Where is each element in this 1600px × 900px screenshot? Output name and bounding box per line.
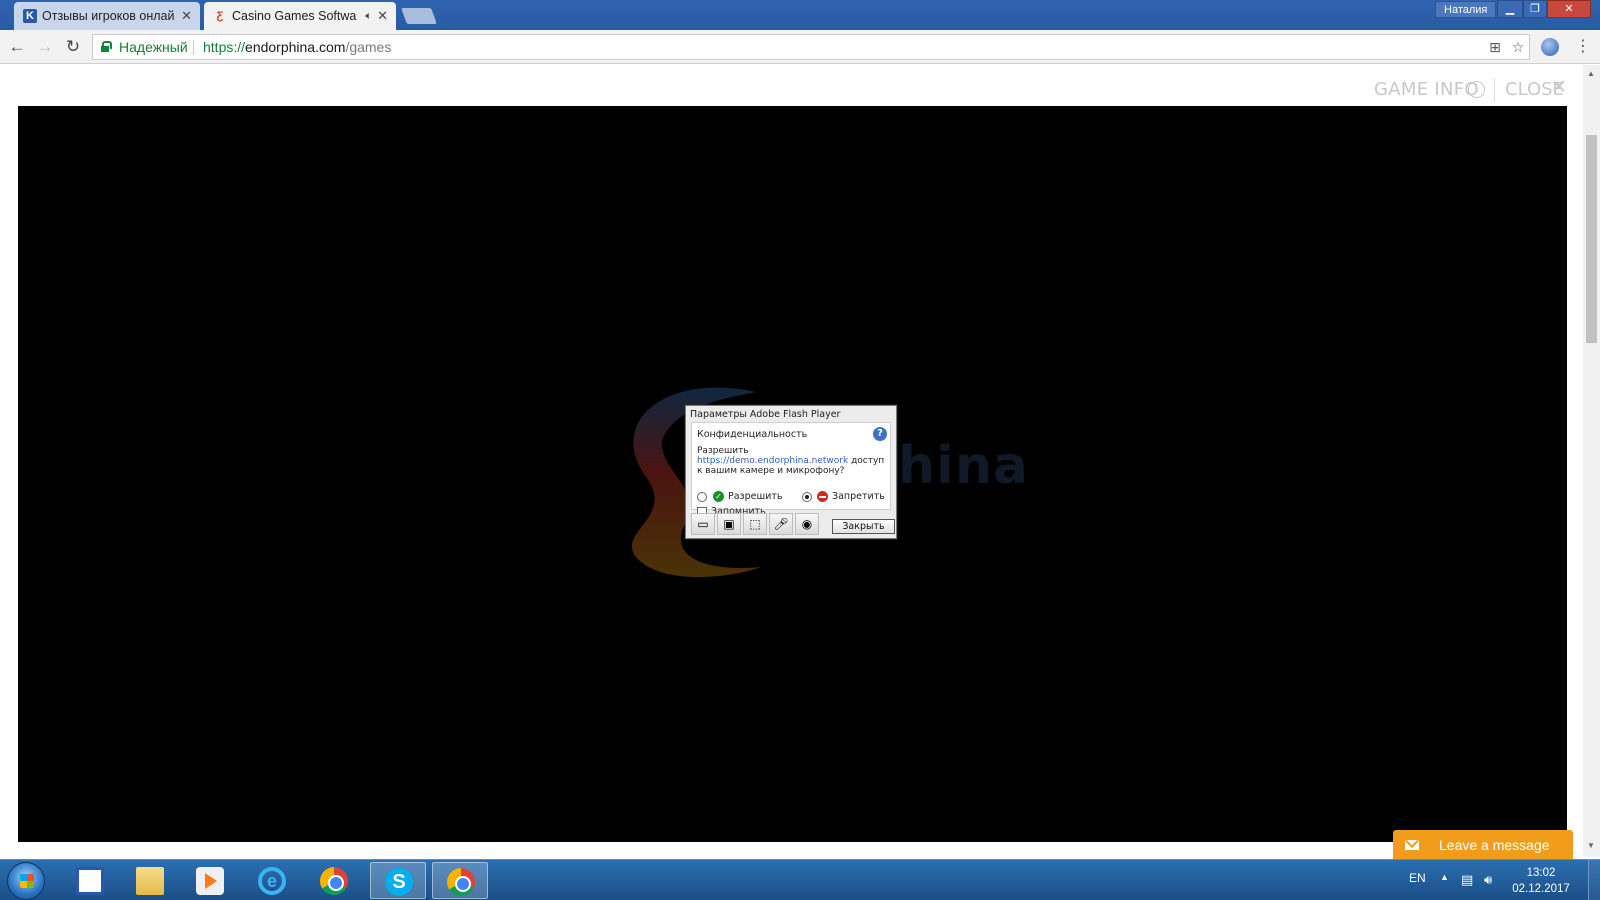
internet-explorer-icon: e xyxy=(258,867,286,895)
scroll-thumb[interactable] xyxy=(1586,135,1597,343)
question-prefix: Разрешить xyxy=(697,446,749,456)
game-info-link[interactable]: GAME INFO xyxy=(1374,79,1479,100)
close-tab-icon[interactable]: ✕ xyxy=(377,2,388,30)
leave-message-label[interactable]: Leave a message xyxy=(1439,830,1550,860)
tab-title: Casino Games Softwa xyxy=(232,9,357,23)
url-scheme: https:// xyxy=(203,39,246,55)
deny-radio[interactable] xyxy=(802,492,812,502)
privacy-panel: Конфиденциальность ? Разрешить https://d… xyxy=(691,422,891,517)
endorphina-icon: Ƹ xyxy=(216,10,224,22)
microphone-icon[interactable]: 🎤︎ xyxy=(769,513,793,535)
show-desktop-button[interactable] xyxy=(1588,859,1600,900)
url-text[interactable]: https://endorphina.com/games xyxy=(203,35,391,59)
extension-globe-icon[interactable] xyxy=(1541,38,1559,56)
tab-title: Отзывы игроков онлай xyxy=(42,9,175,23)
network-icon[interactable]: ▤ xyxy=(1461,872,1473,888)
help-icon[interactable]: ? xyxy=(873,427,887,441)
security-label[interactable]: Надежный xyxy=(119,35,188,59)
tray-expand-icon[interactable]: ▲ xyxy=(1440,872,1449,882)
clock-time: 13:02 xyxy=(1526,867,1556,879)
camera-icon[interactable]: ◉ xyxy=(795,513,819,535)
taskbar-item-chrome-active[interactable] xyxy=(432,862,488,899)
storage-icon[interactable]: ⬚ xyxy=(743,513,767,535)
new-tab-button[interactable] xyxy=(401,8,437,24)
taskbar-item-chrome[interactable] xyxy=(306,862,362,899)
header-divider xyxy=(1494,78,1495,102)
leave-message-widget[interactable]: Leave a message xyxy=(1393,830,1573,860)
omnibox-divider xyxy=(193,40,194,55)
ko-icon: K xyxy=(23,9,37,23)
taskbar-item-explorer[interactable] xyxy=(122,862,178,899)
deny-label[interactable]: Запретить xyxy=(832,491,885,502)
info-icon[interactable]: i xyxy=(1468,81,1485,98)
translate-icon[interactable]: ⊞ xyxy=(1486,38,1504,56)
url-host: endorphina.com xyxy=(245,39,346,55)
windows-taskbar: e S xyxy=(0,859,1600,900)
flash-close-button[interactable]: Закрыть xyxy=(832,519,895,534)
flash-settings-dialog: Параметры Adobe Flash Player Конфиденциа… xyxy=(685,405,897,539)
back-arrow-icon[interactable]: ← xyxy=(6,36,28,58)
browser-tab-strip: K Отзывы игроков онлай ✕ Ƹ Casino Games … xyxy=(0,0,1600,30)
url-path: /games xyxy=(345,39,392,55)
windows-logo-icon xyxy=(20,874,34,888)
bookmark-star-icon[interactable]: ☆ xyxy=(1509,38,1527,56)
privacy-question: Разрешить https://demo.endorphina.networ… xyxy=(697,446,889,476)
taskbar-item-media[interactable] xyxy=(182,862,238,899)
taskbar-item-skype[interactable]: S xyxy=(370,862,426,899)
privacy-icon[interactable]: ▣ xyxy=(717,513,741,535)
allow-radio[interactable] xyxy=(697,492,707,502)
forward-arrow-icon[interactable]: → xyxy=(34,36,56,58)
display-icon[interactable]: ▭ xyxy=(691,513,715,535)
explorer-folder-icon xyxy=(136,867,164,895)
minimize-button[interactable]: ▁ xyxy=(1497,0,1523,18)
checkmark-icon: ✓ xyxy=(713,491,724,502)
browser-toolbar: ← → ↻ Надежный https://endorphina.com/ga… xyxy=(0,30,1600,64)
chrome-icon xyxy=(320,867,348,895)
close-icon[interactable]: ✕ xyxy=(1551,76,1567,99)
media-player-icon xyxy=(196,867,224,895)
language-indicator[interactable]: EN xyxy=(1409,871,1426,885)
speaker-icon[interactable]: 🔈︎ xyxy=(365,2,372,30)
reload-icon[interactable]: ↻ xyxy=(62,36,84,58)
maximize-button[interactable]: ❐ xyxy=(1523,0,1547,18)
taskbar-item-ie[interactable]: e xyxy=(244,862,300,899)
address-bar[interactable]: Надежный https://endorphina.com/games ⊞ … xyxy=(92,34,1530,60)
vertical-scrollbar[interactable]: ▲ ▼ xyxy=(1583,65,1600,857)
tab-casino-games[interactable]: Ƹ Casino Games Softwa 🔈︎ ✕ xyxy=(204,2,396,30)
allow-label[interactable]: Разрешить xyxy=(728,491,782,502)
close-tab-icon[interactable]: ✕ xyxy=(181,2,192,30)
skype-icon: S xyxy=(385,868,413,896)
floppy-icon xyxy=(76,867,104,895)
lock-icon xyxy=(101,41,112,52)
scroll-down-icon[interactable]: ▼ xyxy=(1587,841,1595,850)
start-button[interactable] xyxy=(7,862,45,900)
no-entry-icon xyxy=(817,491,828,502)
privacy-heading: Конфиденциальность xyxy=(697,429,808,440)
envelope-icon xyxy=(1405,840,1419,850)
chrome-icon xyxy=(447,868,475,896)
dialog-title: Параметры Adobe Flash Player xyxy=(690,409,841,420)
scroll-up-icon[interactable]: ▲ xyxy=(1587,69,1595,78)
taskbar-item-save[interactable] xyxy=(62,862,118,899)
system-clock[interactable]: 13:02 02.12.2017 xyxy=(1508,865,1574,897)
volume-icon[interactable]: 🔊︎ xyxy=(1484,872,1492,888)
logo-text: hina xyxy=(898,436,1029,496)
browser-menu-icon[interactable]: ⋮ xyxy=(1575,36,1591,56)
window-close-button[interactable]: ✕ xyxy=(1547,0,1591,18)
question-link[interactable]: https://demo.endorphina.network xyxy=(697,456,848,466)
tab-reviews[interactable]: K Отзывы игроков онлай ✕ xyxy=(14,2,200,30)
clock-date: 02.12.2017 xyxy=(1512,883,1570,895)
profile-button[interactable]: Наталия xyxy=(1435,1,1497,18)
